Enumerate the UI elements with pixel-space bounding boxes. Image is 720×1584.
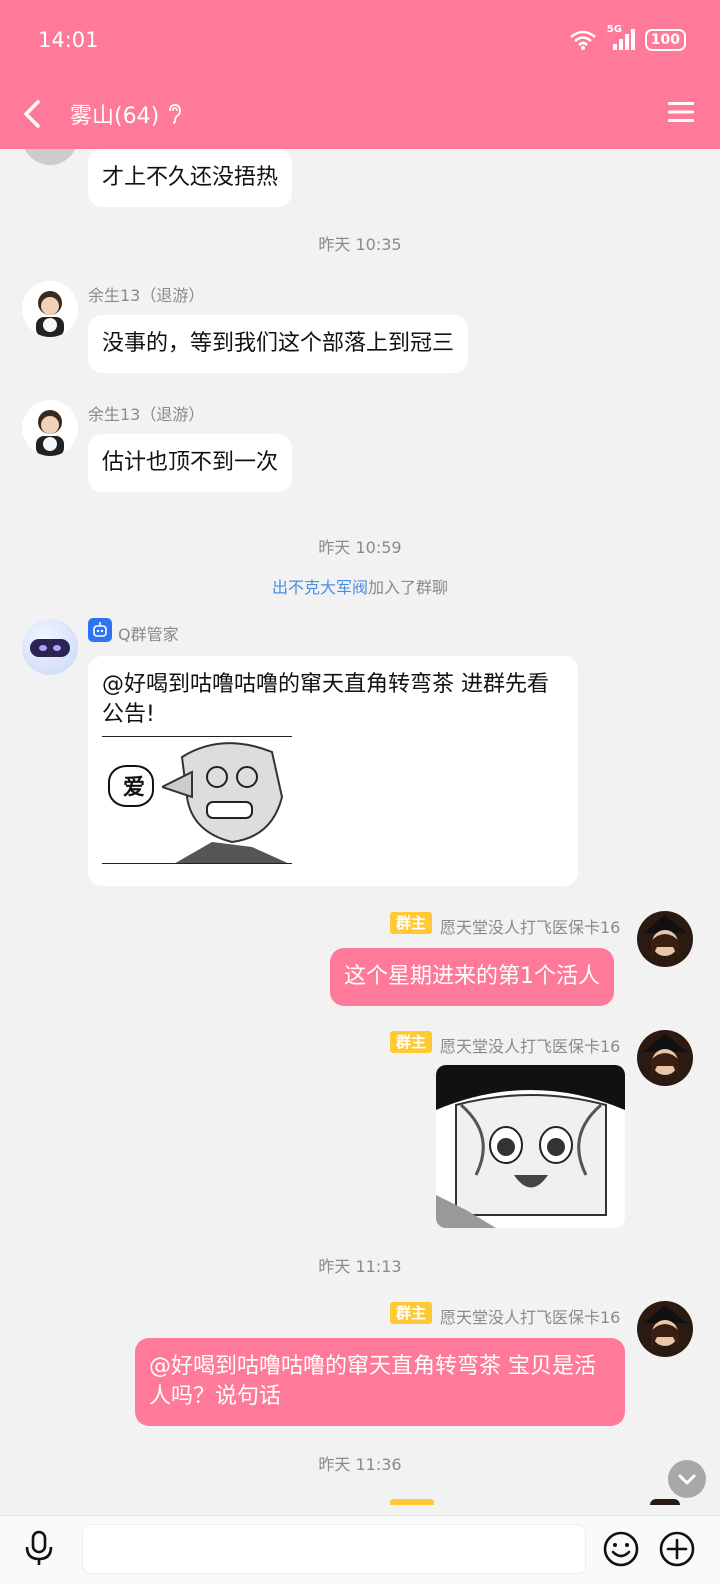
sender-name: 余生13（退游） (88, 286, 205, 305)
system-action: 加入了群聊 (368, 578, 449, 597)
my-avatar[interactable] (637, 1301, 693, 1357)
message-image[interactable] (436, 1065, 625, 1228)
status-icons: 5G 100 (569, 24, 686, 52)
top-bar: 14:01 5G 100 雾山(64) (0, 0, 720, 149)
message-bubble[interactable]: 才上不久还没捂热 (88, 149, 293, 207)
message-bubble[interactable]: @好喝到咕噜咕噜的窜天直角转弯茶 进群先看公告! 爱 (88, 656, 578, 886)
sender-name: 余生13（退游） (88, 405, 205, 424)
chat-messages[interactable]: 才上不久还没捂热 昨天 10:35 余生13（退游） 没事的，等到我们这个部落上… (0, 149, 720, 1515)
system-message: 出不克大军阀加入了群聊 (0, 574, 720, 598)
scroll-to-bottom-button[interactable] (668, 1460, 706, 1498)
owner-badge: 群主 (390, 1031, 433, 1053)
speech-bubble-text: 爱 (108, 765, 154, 807)
emoji-icon[interactable] (602, 1530, 640, 1568)
sender-name: Q群管家 (118, 625, 179, 644)
robot-badge-icon (88, 618, 112, 642)
message-input[interactable] (82, 1524, 586, 1574)
chat-title[interactable]: 雾山(64) (70, 98, 183, 130)
avatar[interactable] (22, 281, 78, 337)
sender-name: 愿天堂没人打飞医保卡16 (440, 1308, 621, 1327)
my-avatar[interactable] (637, 1030, 693, 1086)
avatar[interactable] (22, 149, 78, 165)
chevron-down-icon (678, 1474, 696, 1485)
avatar[interactable] (22, 400, 78, 456)
user-link[interactable]: 出不克大军阀 (272, 578, 368, 597)
signal-icon: 5G (607, 24, 635, 52)
my-avatar[interactable] (637, 911, 693, 967)
sender-name: 愿天堂没人打飞医保卡16 (440, 918, 621, 937)
message-bubble[interactable]: 没事的，等到我们这个部落上到冠三 (88, 315, 469, 373)
sender-name: 愿天堂没人打飞医保卡16 (440, 1037, 621, 1056)
battery-indicator: 100 (644, 29, 686, 51)
wifi-icon (569, 30, 596, 50)
message-bubble[interactable]: 这个星期进来的第1个活人 (330, 948, 614, 1006)
timestamp: 昨天 10:35 (318, 235, 402, 254)
message-bubble[interactable]: 估计也顶不到一次 (88, 434, 293, 492)
owner-badge (390, 1499, 434, 1505)
timestamp: 昨天 10:59 (318, 538, 402, 557)
timestamp: 昨天 11:13 (318, 1257, 402, 1276)
bot-avatar[interactable] (22, 619, 78, 675)
message-bubble[interactable]: @好喝到咕噜咕噜的窜天直角转弯茶 宝贝是活人吗？说句话 (135, 1338, 625, 1426)
input-bar (0, 1515, 720, 1584)
back-arrow-icon[interactable] (18, 96, 48, 132)
ear-icon (169, 104, 182, 124)
group-name: 雾山(64) (70, 104, 160, 129)
plus-icon[interactable] (658, 1530, 696, 1568)
owner-badge: 群主 (390, 912, 433, 934)
status-time: 14:01 (38, 28, 99, 52)
menu-icon[interactable] (668, 100, 694, 124)
timestamp: 昨天 11:36 (318, 1455, 402, 1474)
owner-badge: 群主 (390, 1302, 433, 1324)
microphone-icon[interactable] (22, 1530, 56, 1566)
message-text: @好喝到咕噜咕噜的窜天直角转弯茶 进群先看公告! (102, 672, 549, 727)
my-avatar[interactable] (650, 1499, 680, 1505)
message-image[interactable]: 爱 (102, 736, 292, 864)
